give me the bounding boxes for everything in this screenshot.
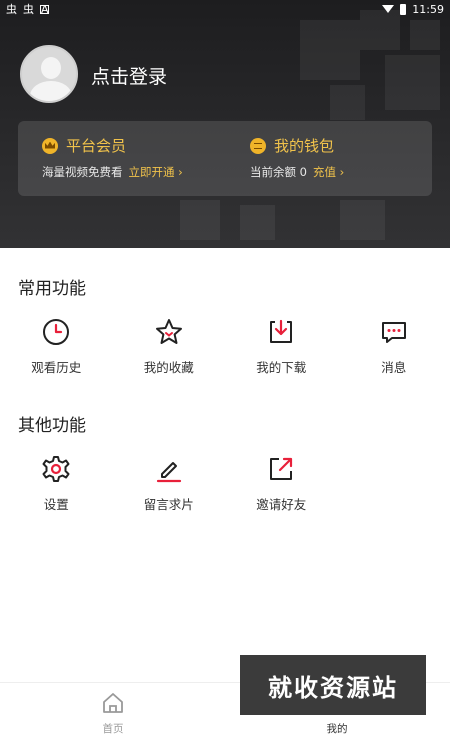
messages-button[interactable]: 消息 [338, 317, 450, 376]
settings-label: 设置 [43, 497, 69, 512]
member-card: 平台会员 海量视频免费看 立即开通 › 我的钱包 当前余额 0 充值 › [18, 121, 432, 196]
decorative-square [340, 200, 385, 240]
favorites-button[interactable]: 我的收藏 [113, 317, 226, 376]
decorative-square [300, 20, 360, 80]
gear-icon [42, 456, 70, 482]
decorative-square [180, 200, 220, 240]
messages-label: 消息 [381, 360, 407, 375]
wallet-section[interactable]: 我的钱包 当前余额 0 充值 › [250, 135, 344, 180]
nav-home-label: 首页 [102, 723, 124, 735]
profile-header: 虫 虫 A 11:59 点击登录 平台会员 海量视频免费看 立即开通 › 我的钱… [0, 0, 450, 248]
downloads-label: 我的下载 [256, 360, 307, 375]
invite-friends-label: 邀请好友 [256, 497, 307, 512]
login-link[interactable]: 点击登录 [91, 62, 167, 89]
vip-desc: 海量视频免费看 [42, 165, 123, 179]
recharge-link[interactable]: 充值 › [313, 164, 344, 180]
watch-history-label: 观看历史 [31, 360, 82, 375]
downloads-button[interactable]: 我的下载 [225, 317, 338, 376]
edit-icon [156, 462, 181, 483]
settings-button[interactable]: 设置 [0, 454, 113, 513]
clock-time: 11:59 [412, 2, 444, 16]
avatar[interactable] [20, 45, 78, 103]
wallet-icon [250, 137, 266, 154]
decorative-square [385, 55, 440, 110]
watermark-banner: 就收资源站 [240, 655, 426, 715]
wifi-icon [382, 5, 395, 13]
vip-section[interactable]: 平台会员 海量视频免费看 立即开通 › [42, 135, 183, 180]
share-icon [270, 457, 293, 480]
decorative-square [330, 85, 365, 120]
wallet-title: 我的钱包 [274, 137, 335, 155]
clock-icon [43, 319, 70, 345]
download-icon [270, 319, 293, 343]
invite-friends-button[interactable]: 邀请好友 [225, 454, 338, 513]
request-movie-button[interactable]: 留言求片 [113, 454, 226, 513]
nav-home[interactable]: 首页 [53, 683, 173, 736]
bug-icon: 虫 [23, 3, 34, 16]
common-functions-title: 常用功能 [18, 279, 86, 299]
vip-title: 平台会员 [66, 137, 127, 155]
other-functions-grid: 设置 留言求片 邀请好友 [0, 454, 450, 513]
status-bar: 虫 虫 A 11:59 [0, 0, 450, 18]
favorites-label: 我的收藏 [143, 360, 194, 375]
home-icon [103, 693, 123, 713]
other-functions-title: 其他功能 [18, 416, 86, 436]
common-functions-grid: 观看历史 我的收藏 我的下载 消息 [0, 317, 450, 376]
notification-icon: A [40, 2, 49, 16]
vip-open-link[interactable]: 立即开通 › [129, 164, 183, 180]
nav-mine-label: 我的 [326, 723, 348, 735]
battery-icon [400, 3, 407, 15]
wallet-balance: 当前余额 0 [250, 165, 307, 179]
star-icon [155, 319, 182, 344]
crown-icon [42, 137, 58, 154]
decorative-square [410, 20, 440, 50]
bug-icon: 虫 [6, 3, 17, 16]
watch-history-button[interactable]: 观看历史 [0, 317, 113, 376]
message-icon [381, 322, 406, 343]
decorative-square [240, 205, 275, 240]
request-movie-label: 留言求片 [143, 497, 194, 512]
